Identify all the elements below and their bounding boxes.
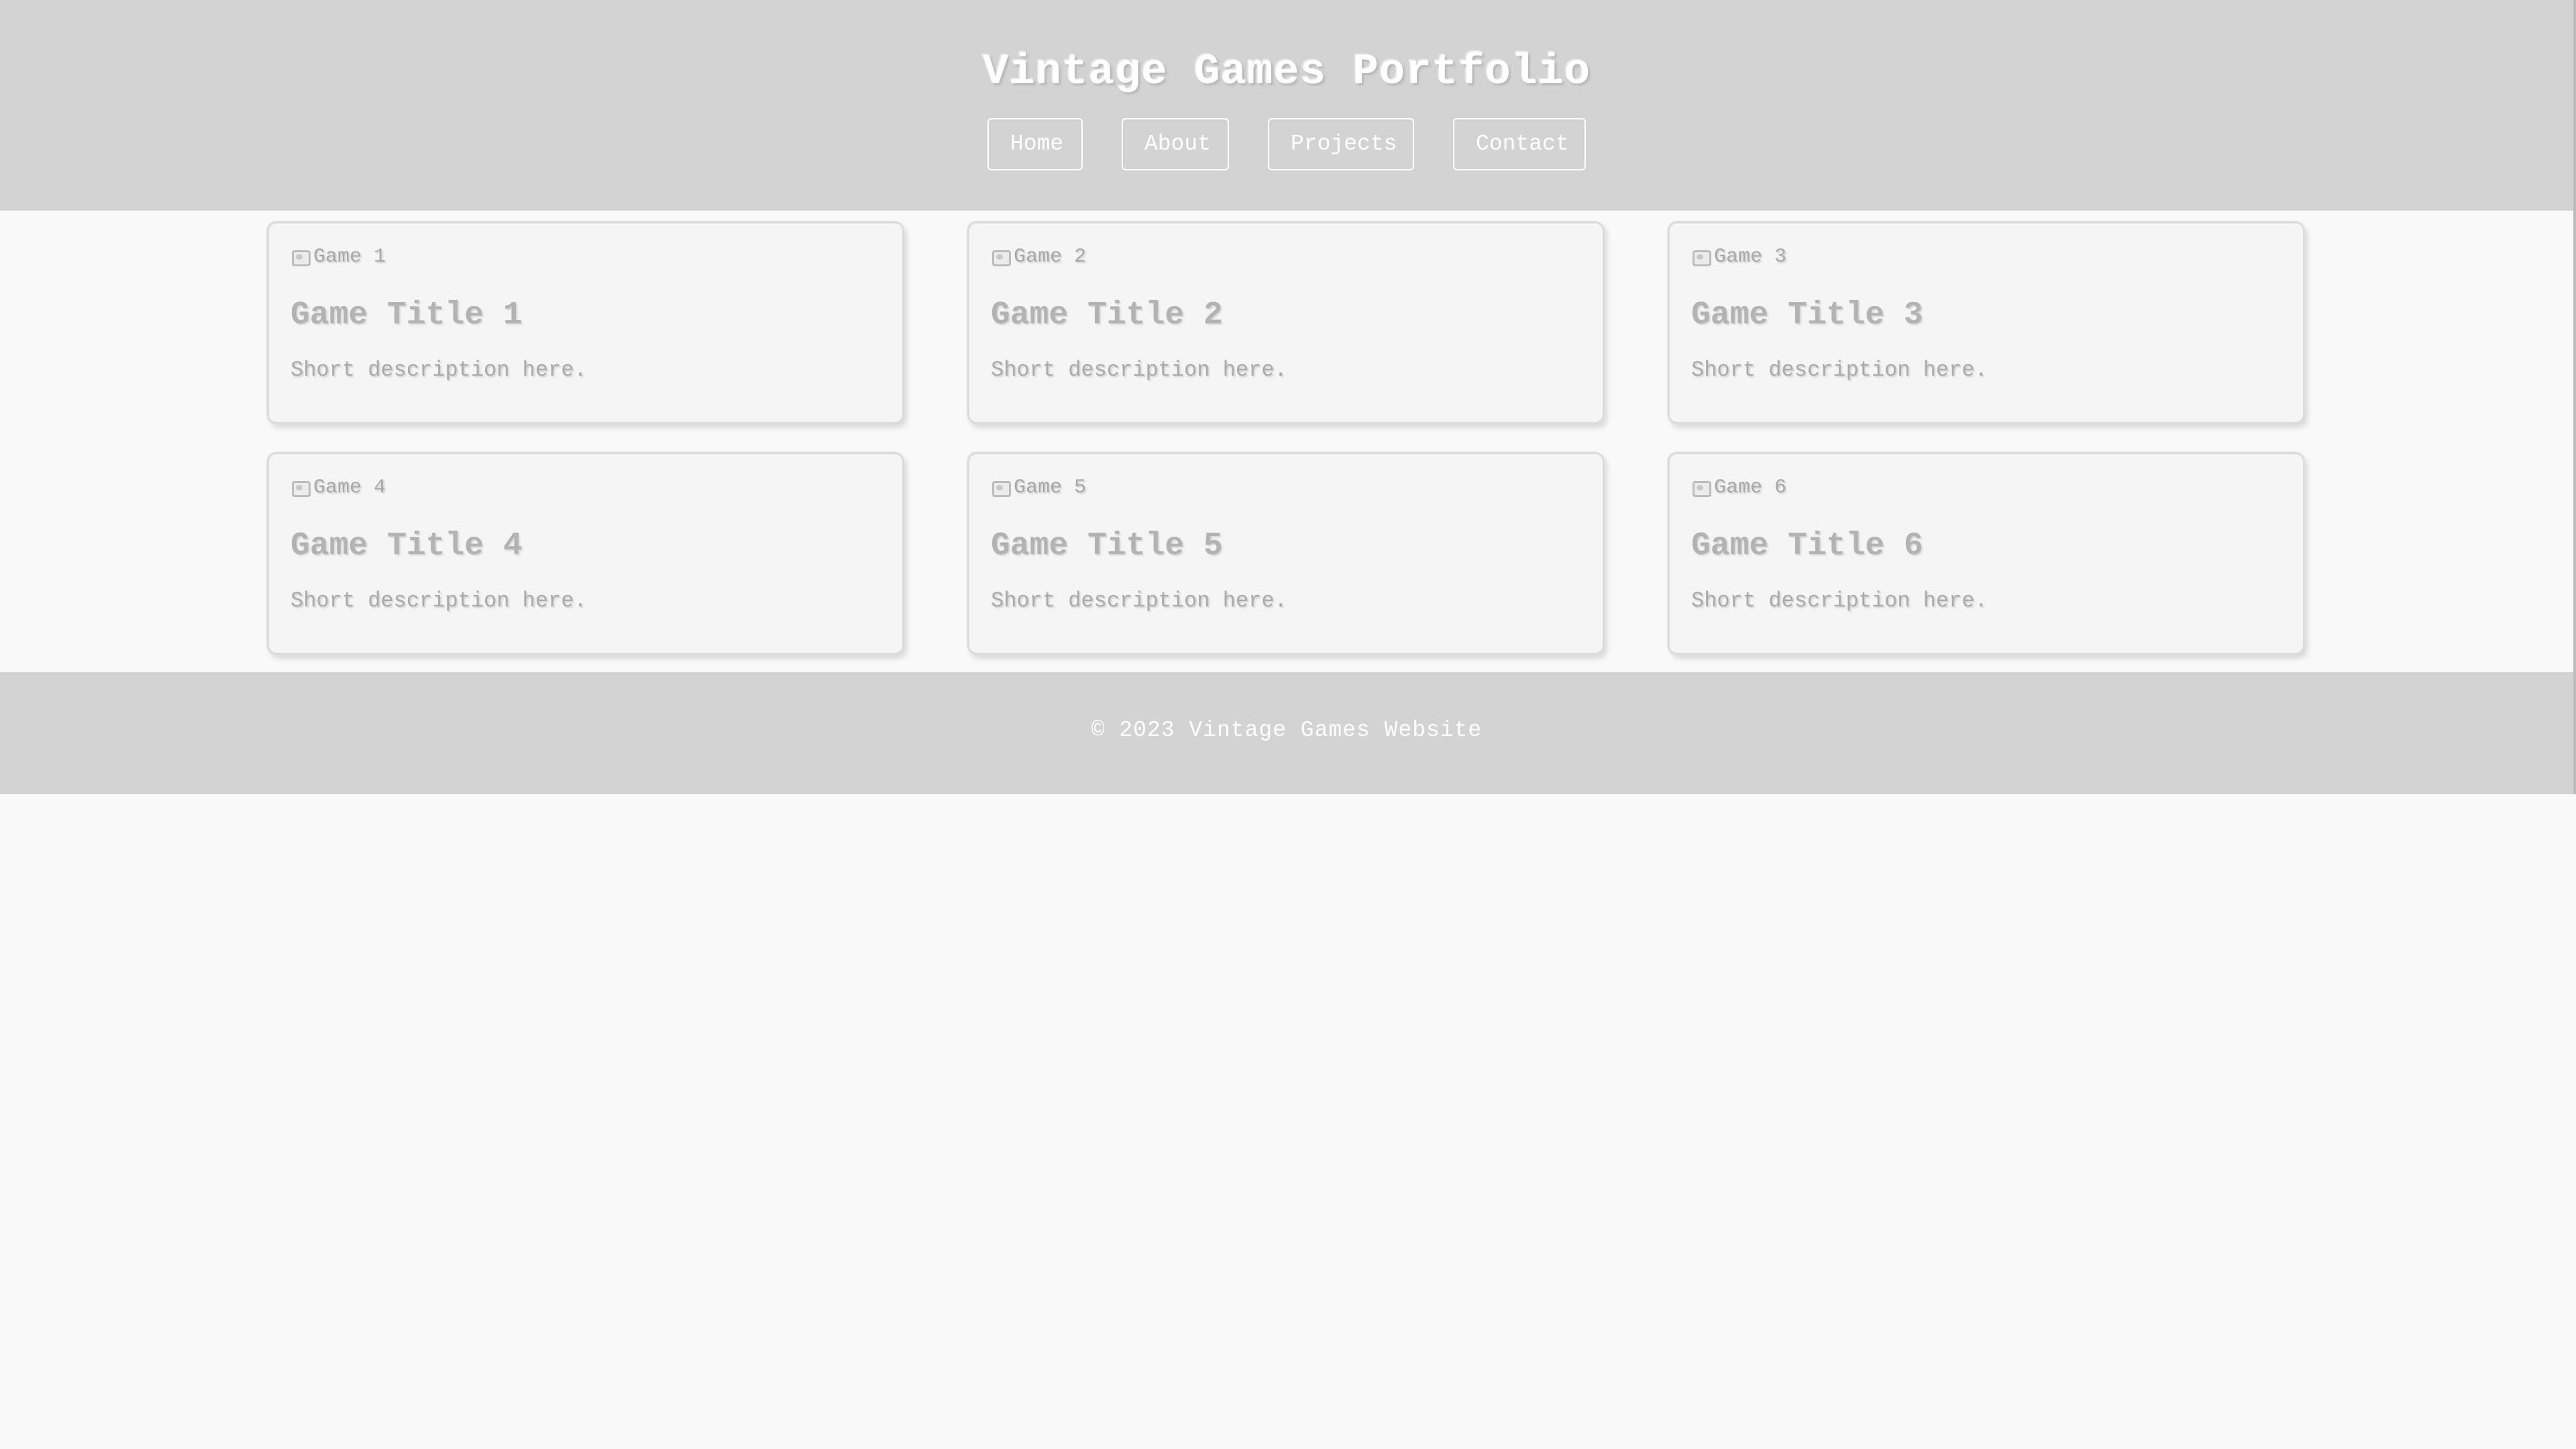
main-nav: Home About Projects Contact bbox=[0, 118, 2573, 170]
site-title: Vintage Games Portfolio bbox=[982, 48, 1591, 97]
footer-copyright: © 2023 Vintage Games Website bbox=[1091, 718, 1483, 743]
broken-image-icon bbox=[991, 478, 1011, 497]
game-description: Short description here. bbox=[1691, 358, 1988, 382]
game-title: Game Title 3 bbox=[1691, 297, 1923, 333]
nav-home-button[interactable]: Home bbox=[987, 118, 1083, 170]
game-image-alt: Game 6 bbox=[1714, 476, 1787, 499]
game-card[interactable]: Game 2 Game Title 2 Short description he… bbox=[967, 221, 1605, 424]
broken-image-icon bbox=[290, 248, 311, 266]
game-card[interactable]: Game 4 Game Title 4 Short description he… bbox=[267, 452, 904, 655]
game-title: Game Title 6 bbox=[1691, 528, 1923, 564]
games-grid: Game 1 Game Title 1 Short description he… bbox=[267, 221, 2306, 655]
nav-projects-button[interactable]: Projects bbox=[1268, 118, 1414, 170]
game-title: Game Title 4 bbox=[290, 528, 523, 564]
site-header: Vintage Games Portfolio Home About Proje… bbox=[0, 0, 2573, 211]
broken-image-icon bbox=[290, 478, 311, 497]
game-description: Short description here. bbox=[290, 588, 587, 613]
game-image-alt: Game 4 bbox=[313, 476, 386, 499]
game-title: Game Title 1 bbox=[290, 297, 523, 333]
game-description: Short description here. bbox=[991, 588, 1287, 613]
game-image: Game 6 bbox=[1691, 474, 2282, 501]
game-title: Game Title 2 bbox=[991, 297, 1223, 333]
nav-about-button[interactable]: About bbox=[1122, 118, 1229, 170]
scrollbar-edge bbox=[2573, 0, 2576, 794]
game-image: Game 2 bbox=[991, 244, 1581, 270]
game-card[interactable]: Game 1 Game Title 1 Short description he… bbox=[267, 221, 904, 424]
game-card[interactable]: Game 3 Game Title 3 Short description he… bbox=[1668, 221, 2305, 424]
game-title: Game Title 5 bbox=[991, 528, 1223, 564]
broken-image-icon bbox=[1691, 478, 1711, 497]
game-description: Short description here. bbox=[290, 358, 587, 382]
broken-image-icon bbox=[1691, 248, 1711, 266]
site-footer: © 2023 Vintage Games Website bbox=[0, 672, 2573, 794]
game-card[interactable]: Game 5 Game Title 5 Short description he… bbox=[967, 452, 1605, 655]
broken-image-icon bbox=[991, 248, 1011, 266]
game-image-alt: Game 3 bbox=[1714, 246, 1787, 268]
game-image-alt: Game 2 bbox=[1014, 246, 1087, 268]
game-description: Short description here. bbox=[1691, 588, 1988, 613]
game-card[interactable]: Game 6 Game Title 6 Short description he… bbox=[1668, 452, 2305, 655]
game-image-alt: Game 1 bbox=[313, 246, 386, 268]
game-description: Short description here. bbox=[991, 358, 1287, 382]
game-image-alt: Game 5 bbox=[1014, 476, 1087, 499]
page: Vintage Games Portfolio Home About Proje… bbox=[0, 0, 2576, 1449]
game-image: Game 5 bbox=[991, 474, 1581, 501]
game-image: Game 3 bbox=[1691, 244, 2282, 270]
nav-contact-button[interactable]: Contact bbox=[1453, 118, 1586, 170]
game-image: Game 1 bbox=[290, 244, 881, 270]
game-image: Game 4 bbox=[290, 474, 881, 501]
